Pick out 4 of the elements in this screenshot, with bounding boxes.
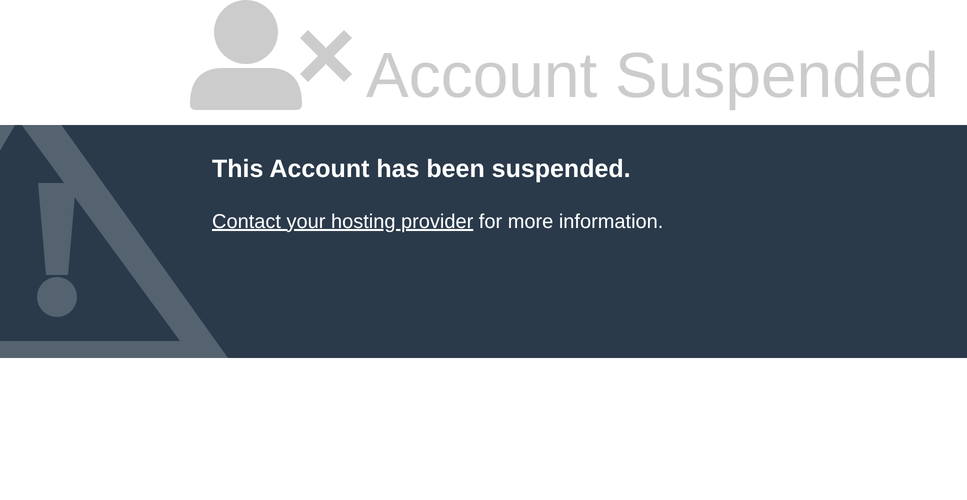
contact-link[interactable]: Contact your hosting provider: [212, 210, 474, 232]
notice-heading: This Account has been suspended.: [212, 154, 632, 185]
user-remove-icon: [190, 0, 352, 112]
notice-message: Contact your hosting provider for more information.: [212, 210, 664, 234]
